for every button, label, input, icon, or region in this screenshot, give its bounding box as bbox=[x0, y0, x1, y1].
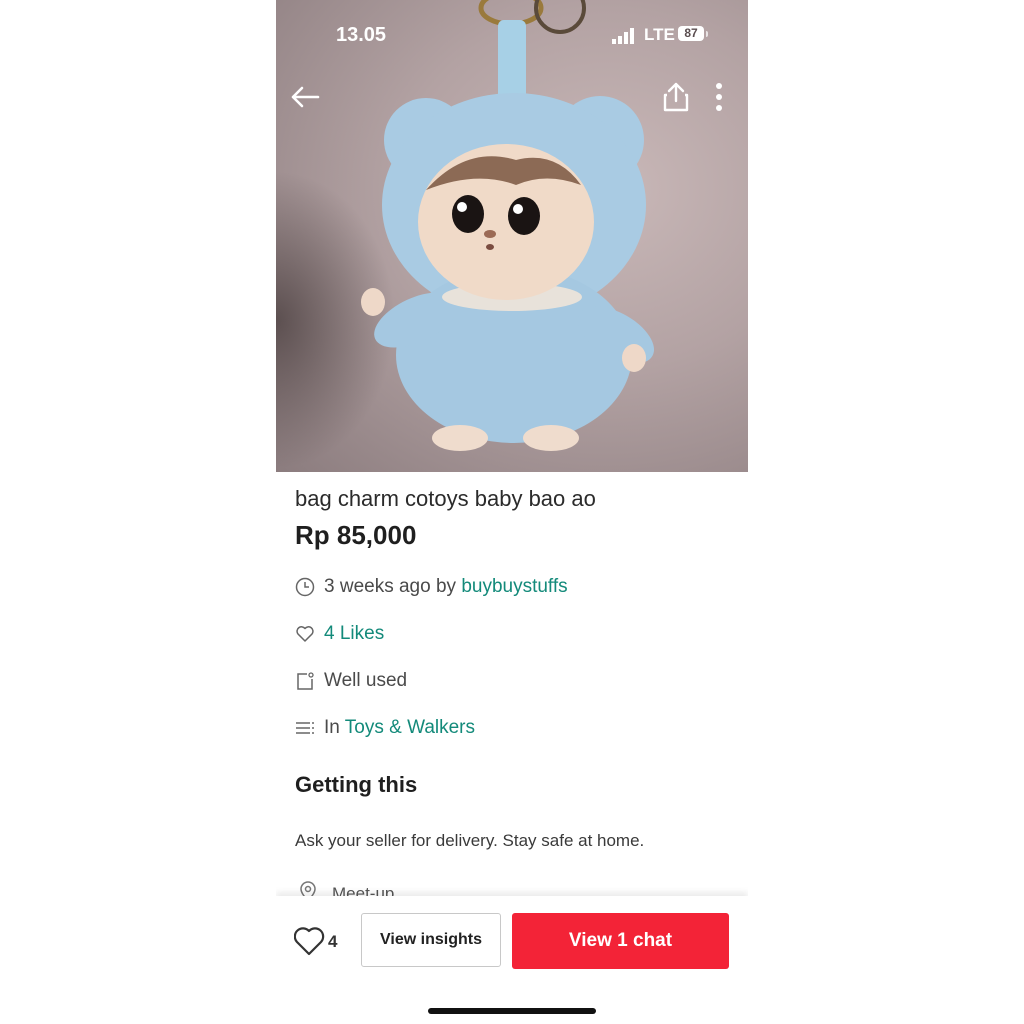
more-vertical-icon[interactable] bbox=[702, 80, 736, 114]
like-heart-icon[interactable] bbox=[294, 924, 348, 958]
getting-heading: Getting this bbox=[295, 772, 418, 797]
plush-toy-image bbox=[361, 0, 654, 451]
posted-prefix: 3 weeks ago by bbox=[324, 576, 457, 597]
status-time: 13.05 bbox=[336, 24, 387, 46]
category-prefix: In bbox=[324, 717, 340, 738]
battery-indicator: 87 bbox=[678, 26, 704, 41]
home-indicator bbox=[428, 1008, 596, 1014]
network-label: LTE bbox=[644, 25, 675, 44]
category-link[interactable]: Toys & Walkers bbox=[345, 717, 475, 738]
signal-icon bbox=[612, 28, 634, 44]
back-arrow-icon[interactable] bbox=[288, 80, 322, 114]
category-text: In Toys & Walkers bbox=[324, 717, 475, 739]
delivery-note: Ask your seller for delivery. Stay safe … bbox=[295, 831, 645, 850]
battery-tip bbox=[706, 31, 708, 37]
tag-icon bbox=[297, 672, 314, 690]
listing-price: Rp 85,000 bbox=[295, 520, 417, 550]
status-bar: 13.05 LTE 87 bbox=[276, 22, 748, 50]
bottom-action-bar: 4 View insights View 1 chat bbox=[276, 896, 748, 1024]
condition-text: Well used bbox=[324, 670, 408, 691]
clock-icon bbox=[295, 577, 315, 597]
view-chat-button[interactable]: View 1 chat bbox=[512, 913, 729, 969]
listing-title: bag charm cotoys baby bao ao bbox=[295, 486, 596, 511]
heart-icon bbox=[296, 626, 314, 642]
list-icon bbox=[296, 722, 314, 734]
product-photo[interactable]: 13.05 LTE 87 bbox=[276, 0, 748, 472]
seller-link[interactable]: buybuystuffs bbox=[461, 576, 567, 597]
like-count: 4 bbox=[328, 932, 338, 951]
likes-link[interactable]: 4 Likes bbox=[324, 623, 384, 645]
share-icon[interactable] bbox=[659, 80, 693, 114]
view-insights-button[interactable]: View insights bbox=[361, 913, 501, 967]
posted-text: 3 weeks ago by buybuystuffs bbox=[324, 576, 568, 598]
listing-screen: 13.05 LTE 87 bag charm cotoys baby bao a… bbox=[276, 0, 748, 1024]
